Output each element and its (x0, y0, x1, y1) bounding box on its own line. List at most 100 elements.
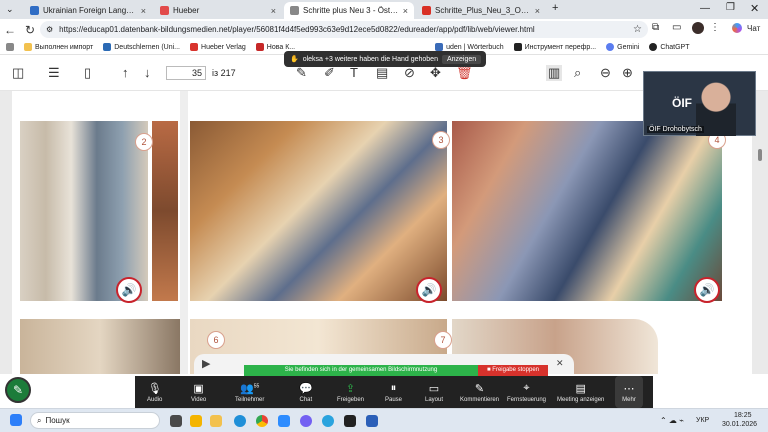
url-text: https://educap01.datenbank-bildungsmedie… (59, 25, 535, 34)
annotate-fab[interactable]: ✎ (5, 377, 31, 403)
stop-share-button[interactable]: ■ Freigabe stoppen (478, 365, 548, 376)
share-screen-icon: ⇪ (345, 382, 356, 395)
page-number-input[interactable]: 35 (166, 66, 206, 80)
remote-control-icon: ⌖ (523, 381, 530, 394)
tab-schritte[interactable]: Schritte plus Neu 3 - Österreich - × (284, 2, 414, 19)
taskbar-search[interactable]: ⌕ Пошук (30, 412, 160, 429)
task-view-icon[interactable] (170, 415, 182, 427)
tab-search-icon[interactable]: ⌄ (6, 4, 14, 15)
sidebar-toggle-icon[interactable]: ◫ (12, 65, 24, 81)
site-info-icon[interactable]: ⚙ (46, 25, 53, 34)
word-icon[interactable] (366, 415, 378, 427)
layout-icon: ▭ (428, 382, 440, 395)
back-icon[interactable]: ← (0, 23, 20, 37)
minimize-icon[interactable]: — (700, 3, 710, 14)
audio-play-button[interactable]: 🔊 (416, 277, 442, 303)
close-icon[interactable]: × (141, 6, 146, 16)
chat-button[interactable]: 💬 Chat (299, 376, 313, 408)
comment-icon[interactable]: ▤ (376, 65, 388, 81)
photo-number: 7 (434, 331, 452, 349)
tab-hueber[interactable]: Hueber × (154, 2, 282, 19)
bookmark-star-icon[interactable]: ☆ (633, 24, 642, 35)
remote-control-button[interactable]: ⌖ Fernsteuerung (507, 376, 546, 408)
chat-label[interactable]: Чат (747, 24, 760, 33)
bookmark-item[interactable]: Выполнен импорт (24, 43, 93, 51)
bookmark-item[interactable]: Инструмент перефр... (513, 43, 596, 51)
tab-schritte-pdf[interactable]: Schritte_Plus_Neu_3_Oesterreich... × (416, 2, 546, 19)
close-player-icon[interactable]: ✕ (556, 358, 564, 369)
camera-icon: ▣ (193, 382, 204, 395)
draw-icon[interactable]: ✐ (324, 65, 335, 81)
annotate-button[interactable]: ✎ Kommentieren (460, 376, 499, 408)
layout-button[interactable]: ▭ Layout (425, 376, 443, 408)
scrollbar[interactable] (758, 149, 762, 161)
view-meeting-button[interactable]: ▤ Meeting anzeigen (557, 376, 604, 408)
zoom-out-icon[interactable]: ⊖ (600, 65, 611, 81)
bookmark-icon (513, 43, 522, 51)
participant-name: ÖIF Drohobytsch (647, 126, 704, 133)
chatgpt-icon (649, 43, 658, 51)
more-button[interactable]: ⋯ Mehr (615, 376, 643, 408)
next-page-icon[interactable]: ↓ (144, 65, 151, 80)
bookmark-item[interactable]: uden | Wörterbuch (435, 43, 504, 51)
zoom-in-icon[interactable]: ⊕ (622, 65, 633, 81)
document-icon[interactable]: ▯ (84, 65, 91, 81)
tray-icons[interactable]: ⌃ ☁ ⌁ (660, 416, 684, 425)
pause-button[interactable]: ⏸ Pause (385, 376, 402, 408)
video-button[interactable]: ▣ Video (191, 376, 206, 408)
play-icon[interactable]: ▶ (202, 357, 210, 370)
close-window-icon[interactable]: ✕ (750, 2, 759, 15)
close-icon[interactable]: × (535, 6, 540, 16)
audio-button[interactable]: 🎙 Audio (147, 376, 162, 408)
apps-icon[interactable] (6, 43, 14, 51)
move-icon[interactable]: ✥ (430, 65, 441, 81)
new-tab-button[interactable]: + (552, 2, 558, 14)
maximize-icon[interactable]: ❐ (726, 2, 735, 13)
close-icon[interactable]: ✕ (485, 55, 491, 63)
edge-icon[interactable] (234, 415, 246, 427)
windows-start-icon[interactable] (10, 414, 22, 426)
participant-video[interactable]: ÖIF ÖIF Drohobytsch (643, 71, 756, 136)
participants-button[interactable]: 👥55 Teilnehmer (235, 376, 264, 408)
viber-icon[interactable] (300, 415, 312, 427)
language-indicator[interactable]: УКР (696, 417, 709, 424)
chrome-icon[interactable] (256, 415, 268, 427)
outline-icon[interactable]: ☰ (48, 65, 60, 81)
bookmark-item[interactable]: Deutschlernen (Uni... (103, 43, 180, 51)
close-icon[interactable]: × (271, 6, 276, 16)
tab-title: Schritte plus Neu 3 - Österreich - (303, 6, 399, 15)
text-icon[interactable]: T (350, 65, 358, 80)
avatar[interactable] (692, 22, 704, 34)
find-icon[interactable]: ⌕ (574, 65, 581, 81)
tab-ukrainian[interactable]: Ukrainian Foreign Language Educ × (24, 2, 152, 19)
bookmark-item[interactable]: ChatGPT (649, 43, 690, 51)
explorer-icon[interactable] (210, 415, 222, 427)
book-view-icon[interactable]: ▥ (546, 65, 563, 81)
tab-favicon (422, 6, 431, 15)
menu-icon[interactable]: ⋮ (710, 22, 720, 33)
clock-time[interactable]: 18:25 (734, 412, 752, 419)
reload-icon[interactable]: ↻ (20, 23, 40, 37)
bookmark-item[interactable]: Нова К... (255, 43, 295, 51)
store-icon[interactable] (190, 415, 202, 427)
hide-icon[interactable]: ⊘ (404, 65, 415, 81)
url-bar[interactable]: ⚙ https://educap01.datenbank-bildungsmed… (40, 21, 648, 38)
mail-icon[interactable] (344, 415, 356, 427)
delete-icon[interactable]: 🗑 (456, 65, 473, 81)
clock-date[interactable]: 30.01.2026 (722, 421, 757, 428)
close-icon[interactable]: × (403, 6, 408, 16)
split-view-icon[interactable]: ▭ (672, 22, 681, 33)
audio-play-button[interactable]: 🔊 (116, 277, 142, 303)
audio-play-button[interactable]: 🔊 (694, 277, 720, 303)
previous-page-icon[interactable]: ↑ (122, 65, 129, 80)
zoom-app-icon[interactable] (278, 415, 290, 427)
pen-icon[interactable]: ✎ (296, 65, 307, 81)
copilot-icon[interactable] (732, 23, 742, 33)
share-button[interactable]: ⇪ Freigeben (337, 376, 364, 408)
folder-icon (24, 43, 32, 51)
bookmark-item[interactable]: Hueber Verlag (190, 43, 246, 51)
telegram-icon[interactable] (322, 415, 334, 427)
bookmark-item[interactable]: Gemini (606, 43, 639, 51)
show-button[interactable]: Anzeigen (441, 54, 482, 64)
extension-icon[interactable]: ⧉ (652, 22, 659, 33)
